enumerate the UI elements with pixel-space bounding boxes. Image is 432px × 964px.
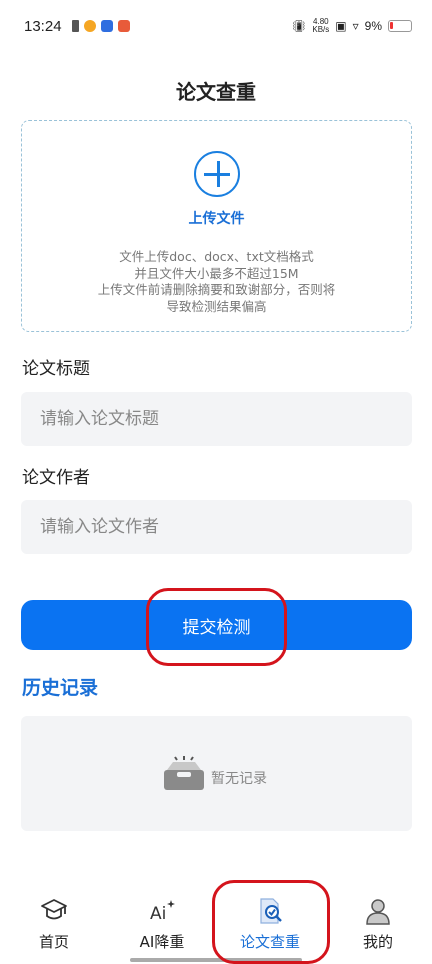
sim-icon: ▣ (335, 19, 347, 33)
author-input[interactable] (21, 500, 412, 554)
history-empty-panel: 暂无记录 (21, 716, 412, 831)
tab-label: 首页 (38, 933, 69, 951)
graduation-cap-icon (41, 899, 67, 920)
user-avatar-icon (366, 899, 390, 925)
empty-inbox-icon (164, 756, 204, 790)
upload-label[interactable]: 上传文件 (22, 208, 411, 228)
tab-label: 我的 (362, 933, 393, 951)
submit-button[interactable]: 提交检测 (21, 600, 412, 650)
empty-text: 暂无记录 (211, 771, 267, 787)
author-label: 论文作者 (22, 468, 90, 488)
upload-hint-line: 导致检测结果偏高 (166, 298, 267, 314)
net-speed: 4.80 KB/s (312, 18, 329, 34)
net-speed-unit: KB/s (312, 25, 330, 34)
notification-icons (71, 20, 130, 32)
wifi-icon: ▿ (352, 19, 359, 33)
battery-saver-icon (71, 20, 79, 32)
battery-icon (388, 20, 412, 32)
tab-home[interactable]: 首页 (0, 880, 108, 964)
bottom-tab-bar: 首页 Ai AI降重 论文查重 我的 (0, 880, 432, 964)
ai-sparkle-icon: Ai (150, 900, 175, 924)
upload-hint-line: 文件上传doc、docx、txt文档格式 (119, 249, 314, 264)
tab-ai-rewrite[interactable]: Ai AI降重 (108, 880, 216, 964)
svg-text:Ai: Ai (150, 904, 166, 924)
document-check-icon (260, 898, 282, 924)
status-bar: 13:24 📳︎ 4.80 KB/s ▣ ▿ 9% (0, 0, 432, 52)
app-notification-icon (117, 20, 130, 32)
status-time: 13:24 (24, 17, 62, 35)
status-right: 📳︎ 4.80 KB/s ▣ ▿ 9% (291, 18, 412, 34)
add-circle-icon[interactable] (194, 151, 240, 197)
page-title: 论文查重 (176, 80, 256, 104)
upload-hint: 文件上传doc、docx、txt文档格式 并且文件大小最多不超过15M 上传文件… (22, 249, 411, 315)
upload-hint-line: 并且文件大小最多不超过15M (134, 265, 299, 281)
weibo-icon (83, 20, 96, 32)
title-label: 论文标题 (22, 359, 90, 379)
tab-paper-check[interactable]: 论文查重 (216, 880, 324, 964)
upload-area[interactable]: 上传文件 文件上传doc、docx、txt文档格式 并且文件大小最多不超过15M… (21, 120, 412, 332)
battery-percent: 9% (364, 19, 382, 33)
title-input[interactable] (21, 392, 412, 446)
app-notification-icon (100, 20, 113, 32)
history-title: 历史记录 (22, 677, 99, 699)
upload-hint-line: 上传文件前请删除摘要和致谢部分，否则将 (97, 282, 336, 297)
tab-label: 论文查重 (239, 933, 300, 951)
tab-mine[interactable]: 我的 (324, 880, 432, 964)
vibrate-icon: 📳︎ (291, 19, 307, 33)
tab-label: AI降重 (139, 933, 185, 951)
home-indicator (130, 958, 302, 962)
